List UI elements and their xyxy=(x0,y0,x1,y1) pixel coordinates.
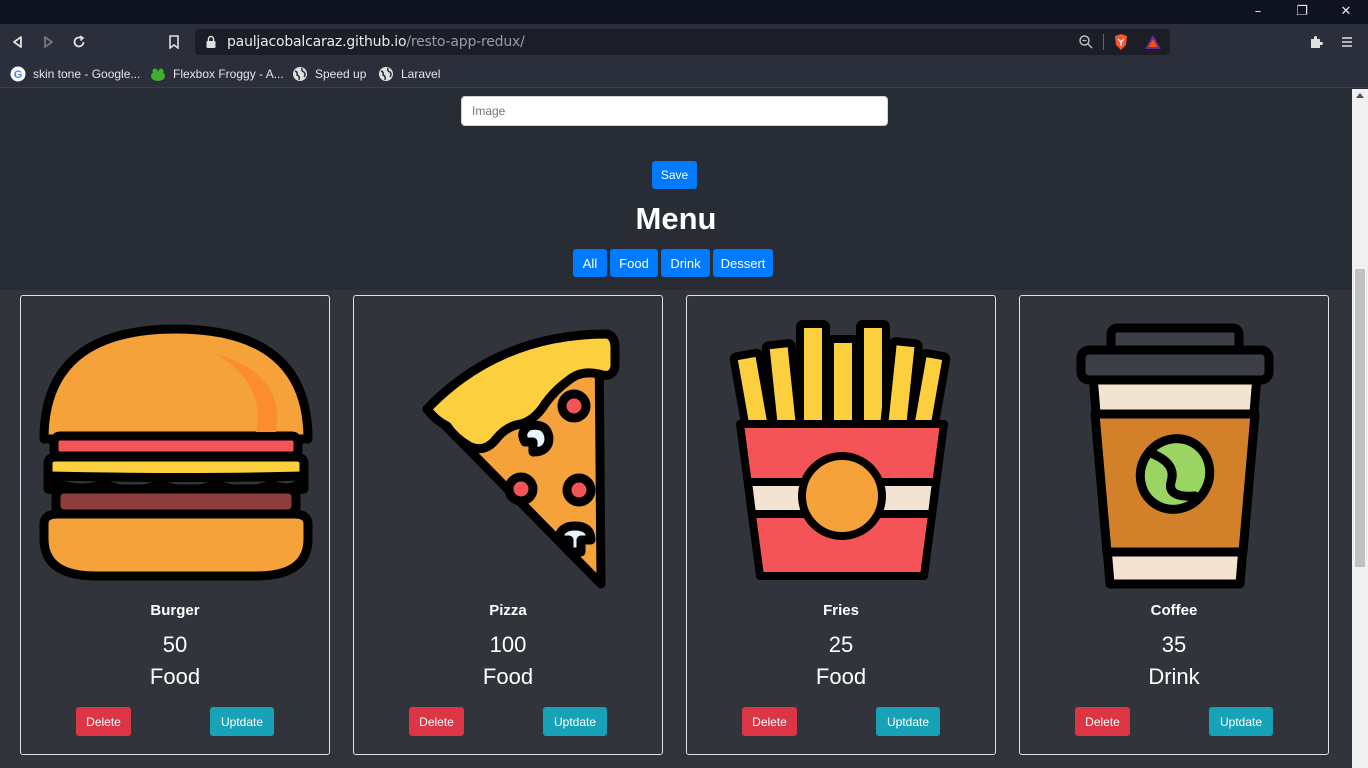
bookmark-item[interactable]: Laravel xyxy=(378,65,440,83)
browser-toolbar: pauljacobalcaraz.github.io/resto-app-red… xyxy=(0,24,1368,60)
bookmark-label: skin tone - Google... xyxy=(33,67,141,81)
save-button[interactable]: Save xyxy=(652,161,697,189)
menu-card-burger: Burger 50 Food Delete Uptdate xyxy=(20,295,330,755)
item-category: Food xyxy=(482,664,534,689)
globe-icon xyxy=(378,66,394,82)
menu-button[interactable] xyxy=(1335,30,1359,54)
puzzle-icon xyxy=(1311,36,1323,48)
item-name: Coffee xyxy=(1150,602,1198,619)
extensions-button[interactable] xyxy=(1304,30,1328,54)
frog-icon xyxy=(150,66,166,82)
bookmark-label: Laravel xyxy=(401,67,441,81)
delete-button[interactable]: Delete xyxy=(742,707,797,736)
bookmarks-bar: G skin tone - Google... Flexbox Froggy -… xyxy=(0,60,1368,88)
page-content: Save Menu All Food Drink Dessert Burger … xyxy=(0,89,1352,768)
item-category: Food xyxy=(149,664,201,689)
close-window-button[interactable]: ✕ xyxy=(1324,0,1368,22)
reload-button[interactable] xyxy=(67,30,91,54)
update-button[interactable]: Uptdate xyxy=(543,707,607,736)
bookmark-item[interactable]: Speed up xyxy=(292,65,366,83)
burger-icon xyxy=(39,324,313,581)
filter-all-button[interactable]: All xyxy=(573,249,607,277)
page-scrollbar[interactable] xyxy=(1352,89,1368,768)
delete-button[interactable]: Delete xyxy=(1075,707,1130,736)
lock-icon xyxy=(206,35,216,48)
svg-text:G: G xyxy=(14,69,23,81)
restore-button[interactable]: ❐ xyxy=(1280,0,1324,22)
bookmark-page-button[interactable] xyxy=(162,30,186,54)
window-title-bar: – ❐ ✕ xyxy=(0,0,1368,24)
forward-button[interactable] xyxy=(36,30,60,54)
menu-card-fries: Fries 25 Food Delete Uptdate xyxy=(686,295,996,755)
update-button[interactable]: Uptdate xyxy=(876,707,940,736)
brave-shields-icon[interactable] xyxy=(1112,33,1130,51)
bookmark-label: Flexbox Froggy - A... xyxy=(173,67,284,81)
delete-button[interactable]: Delete xyxy=(76,707,131,736)
forward-arrow-icon xyxy=(44,36,53,48)
item-name: Pizza xyxy=(489,602,527,619)
brave-rewards-icon[interactable] xyxy=(1144,33,1162,51)
bookmark-label: Speed up xyxy=(315,67,367,81)
item-category: Food xyxy=(815,664,867,689)
back-button[interactable] xyxy=(6,30,30,54)
url-text: pauljacobalcaraz.github.io/resto-app-red… xyxy=(227,34,525,50)
google-icon: G xyxy=(10,66,26,82)
item-name: Burger xyxy=(150,602,200,619)
update-button[interactable]: Uptdate xyxy=(1209,707,1273,736)
back-arrow-icon xyxy=(13,36,22,48)
url-separator xyxy=(1103,34,1104,50)
bookmark-icon xyxy=(169,35,179,49)
zoom-icon[interactable] xyxy=(1078,34,1094,50)
bookmark-item[interactable]: G skin tone - Google... xyxy=(10,65,140,83)
menu-items-grid: Burger 50 Food Delete Uptdate Pizza 100 xyxy=(0,290,1352,768)
delete-button[interactable]: Delete xyxy=(409,707,464,736)
item-price: 100 xyxy=(489,632,527,657)
menu-heading: Menu xyxy=(635,201,717,236)
fries-icon xyxy=(729,320,951,580)
filter-drink-button[interactable]: Drink xyxy=(661,249,710,277)
menu-card-coffee: Coffee 35 Drink Delete Uptdate xyxy=(1019,295,1329,755)
pizza-icon xyxy=(422,329,620,589)
item-category: Drink xyxy=(1148,664,1200,689)
globe-icon xyxy=(292,66,308,82)
filter-dessert-button[interactable]: Dessert xyxy=(713,249,773,277)
scroll-up-arrow-icon[interactable] xyxy=(1356,93,1364,98)
bookmark-item[interactable]: Flexbox Froggy - A... xyxy=(150,65,284,83)
item-name: Fries xyxy=(823,602,859,619)
image-input[interactable] xyxy=(461,96,888,126)
update-button[interactable]: Uptdate xyxy=(210,707,274,736)
address-bar[interactable]: pauljacobalcaraz.github.io/resto-app-red… xyxy=(195,29,1170,55)
minimize-button[interactable]: – xyxy=(1236,0,1280,22)
scrollbar-thumb[interactable] xyxy=(1355,269,1365,567)
item-price: 50 xyxy=(162,632,188,657)
url-path: /resto-app-redux/ xyxy=(406,34,525,50)
item-price: 35 xyxy=(1161,632,1187,657)
url-domain: pauljacobalcaraz.github.io xyxy=(227,34,407,50)
filter-food-button[interactable]: Food xyxy=(610,249,658,277)
item-price: 25 xyxy=(828,632,854,657)
coffee-icon xyxy=(1076,323,1274,589)
menu-card-pizza: Pizza 100 Food Delete Uptdate xyxy=(353,295,663,755)
reload-icon xyxy=(73,35,85,48)
hamburger-icon xyxy=(1342,37,1352,47)
